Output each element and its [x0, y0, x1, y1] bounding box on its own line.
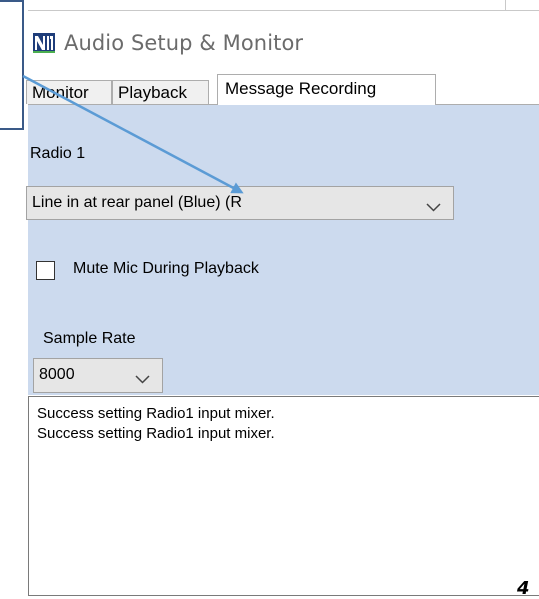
mute-mic-label: Mute Mic During Playback	[73, 260, 259, 277]
page-number: 4	[517, 578, 530, 599]
tab-playback[interactable]: Playback	[112, 80, 209, 104]
tab-monitor[interactable]: Monitor	[26, 80, 112, 104]
audio-setup-window: Audio Setup & Monitor Monitor Playback M…	[26, 12, 539, 596]
title-bar: Audio Setup & Monitor	[28, 26, 539, 58]
nm-logo-icon	[33, 33, 55, 53]
status-log[interactable]: Success setting Radio1 input mixer. Succ…	[28, 396, 539, 596]
top-divider-tick	[505, 0, 506, 11]
tab-message-recording[interactable]: Message Recording	[217, 74, 436, 105]
message-recording-panel: Radio 1 Line in at rear panel (Blue) (R …	[26, 104, 539, 395]
tab-strip: Monitor Playback Message Recording	[26, 74, 539, 105]
input-source-select[interactable]: Line in at rear panel (Blue) (R	[26, 186, 454, 220]
sample-rate-value: 8000	[39, 366, 75, 383]
sample-rate-select[interactable]: 8000	[33, 358, 163, 393]
chevron-down-icon	[426, 199, 441, 212]
window-title: Audio Setup & Monitor	[64, 31, 304, 55]
log-line: Success setting Radio1 input mixer.	[37, 425, 275, 442]
input-source-value: Line in at rear panel (Blue) (R	[32, 194, 242, 211]
chevron-down-icon	[135, 371, 150, 384]
top-divider-line	[28, 10, 539, 11]
radio-label: Radio 1	[30, 145, 86, 162]
sample-rate-label: Sample Rate	[43, 330, 136, 347]
annotation-bracket	[0, 0, 24, 130]
log-line: Success setting Radio1 input mixer.	[37, 405, 275, 422]
mute-mic-checkbox[interactable]	[36, 261, 55, 280]
